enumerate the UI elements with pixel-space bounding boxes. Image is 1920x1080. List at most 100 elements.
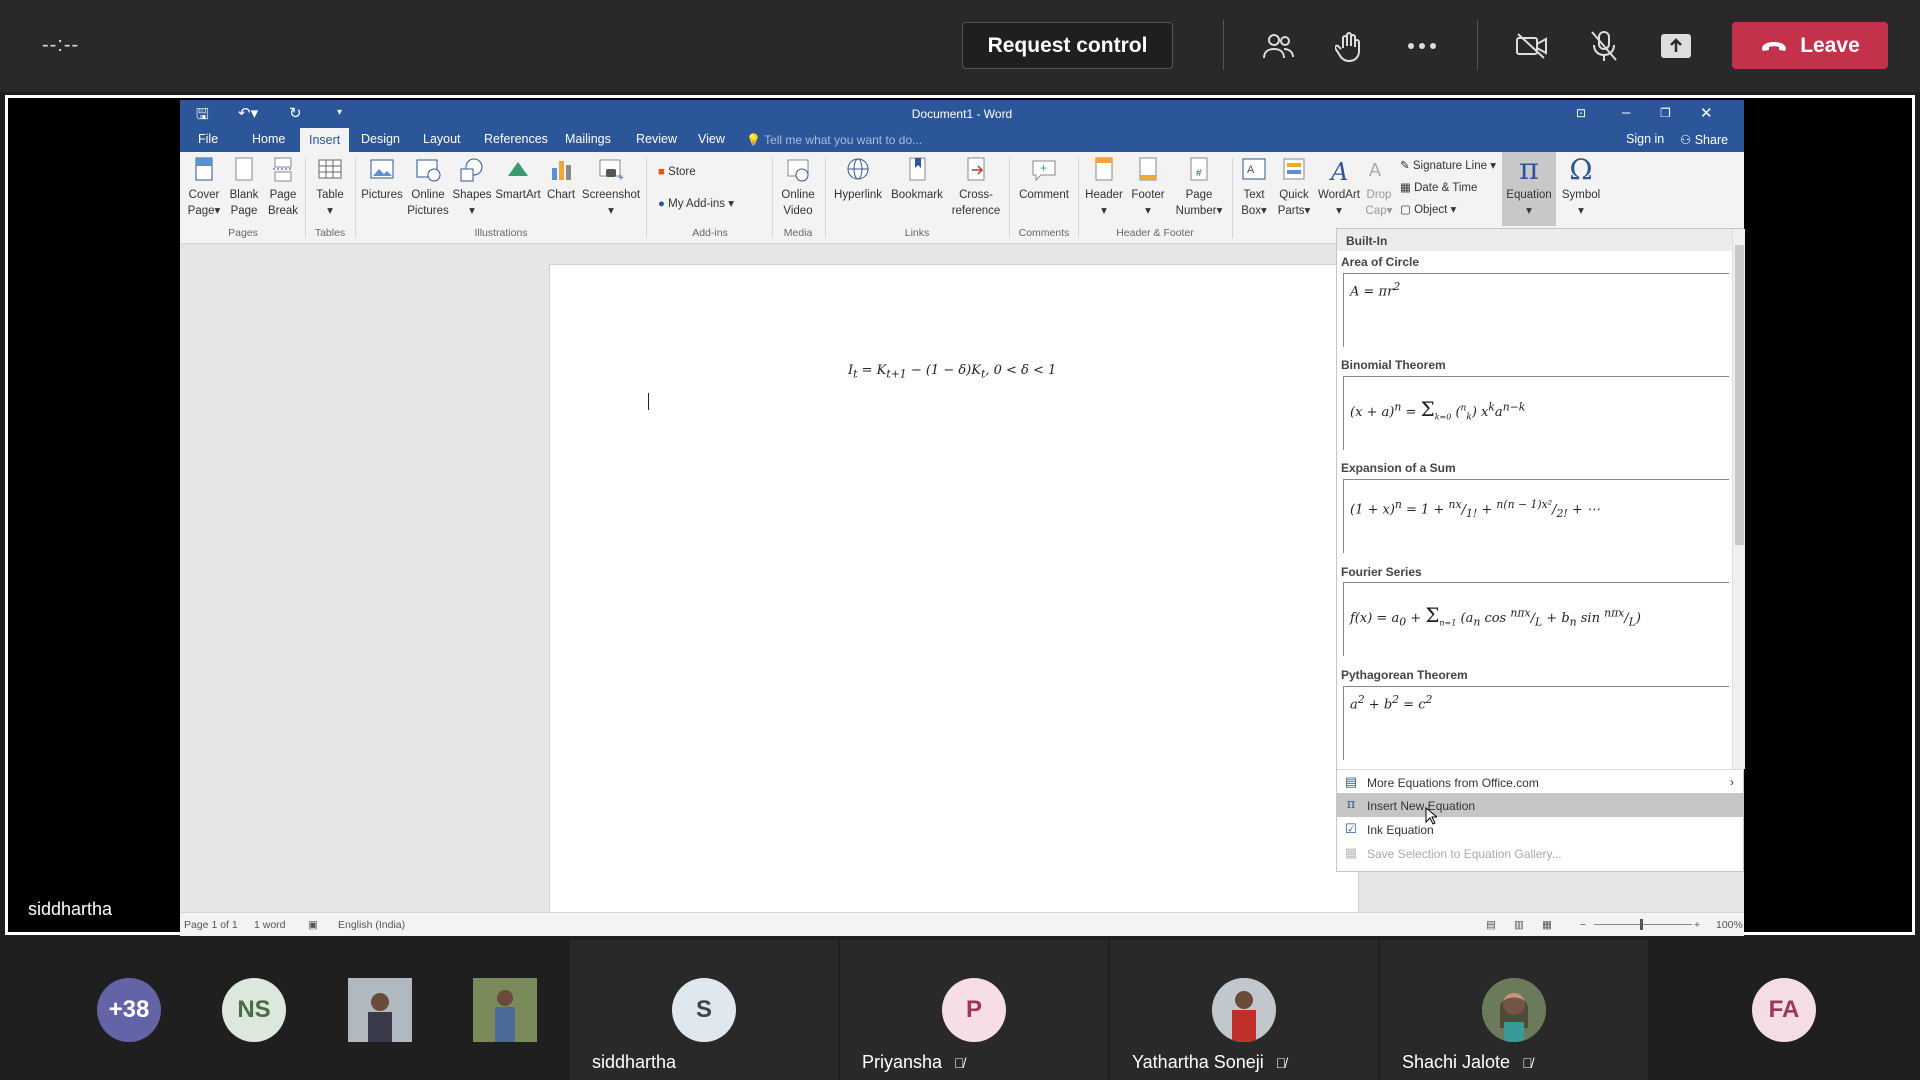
cross-reference-button[interactable]: Cross-reference (948, 156, 1004, 219)
gallery-item-binomial-theorem[interactable]: (x + a)n = Σk=0 (nk) xkan−k (1343, 376, 1729, 450)
print-layout-icon[interactable]: ▥ (1514, 919, 1524, 931)
my-addins-button[interactable]: ● My Add-ins ▾ (658, 196, 734, 210)
participant-name: siddhartha (592, 1052, 677, 1072)
word-titlebar: 🖫 ↶▾ ↻ ▾ Document1 - Word ⊡ – ❐ ✕ (180, 100, 1744, 128)
raise-hand-icon[interactable] (1328, 24, 1372, 68)
zoom-in-icon[interactable]: + (1694, 919, 1700, 931)
tab-references[interactable]: References (484, 132, 548, 146)
wordart-icon: A (1325, 156, 1353, 186)
header-button[interactable]: Header ▾ (1082, 156, 1126, 219)
document-title: Document1 - Word (911, 107, 1013, 121)
more-options-icon[interactable] (1400, 24, 1444, 68)
word-count[interactable]: 1 word (254, 919, 286, 931)
tab-home[interactable]: Home (252, 132, 285, 146)
participant-tile-siddhartha[interactable]: S siddhartha (570, 940, 838, 1080)
restore-icon[interactable]: ❐ (1660, 106, 1671, 120)
tell-me-search[interactable]: 💡 Tell me what you want to do... (746, 133, 922, 147)
request-control-button[interactable]: Request control (962, 22, 1173, 69)
table-icon (316, 156, 344, 184)
participants-icon[interactable] (1256, 24, 1300, 68)
gallery-scrollbar-thumb[interactable] (1735, 245, 1744, 545)
symbol-button[interactable]: Ω Symbol ▾ (1558, 156, 1604, 219)
overflow-participants-avatar[interactable]: +38 (97, 978, 161, 1042)
participant-avatar[interactable]: NS (222, 978, 286, 1042)
store-button[interactable]: ■ Store (658, 166, 696, 178)
hyperlink-icon (844, 156, 872, 184)
smartart-button[interactable]: SmartArt (494, 156, 542, 203)
page-break-button[interactable]: Page Break (265, 156, 301, 219)
save-selection-menu-item: ▦ Save Selection to Equation Gallery... (1344, 845, 1562, 861)
participant-photo-avatar[interactable] (348, 978, 412, 1042)
online-pictures-button[interactable]: Online Pictures (406, 156, 450, 219)
comment-icon: + (1030, 156, 1058, 184)
mic-off-icon[interactable] (1582, 24, 1626, 68)
participant-photo-avatar[interactable] (473, 978, 537, 1042)
zoom-slider[interactable] (1594, 924, 1692, 925)
group-illustrations-label: Illustrations (474, 227, 528, 239)
zoom-out-icon[interactable]: − (1580, 919, 1586, 931)
footer-button[interactable]: Footer ▾ (1126, 156, 1170, 219)
gallery-header: Built-In (1337, 229, 1732, 251)
online-video-button[interactable]: Online Video (776, 156, 820, 219)
gallery-item-expansion-of-sum[interactable]: (1 + x)n = 1 + nx/1! + n(n − 1)x²/2! + ⋯ (1343, 479, 1729, 553)
tab-insert[interactable]: Insert (300, 128, 350, 152)
date-time-button[interactable]: ▦ Date & Time (1400, 180, 1477, 194)
page-count[interactable]: Page 1 of 1 (184, 919, 238, 931)
hyperlink-button[interactable]: Hyperlink (830, 156, 886, 203)
muted-mic-icon: 🎙̸ (954, 1054, 965, 1071)
gallery-scrollbar[interactable] (1732, 229, 1745, 769)
read-mode-icon[interactable]: ▤ (1486, 919, 1496, 931)
screenshot-button[interactable]: + Screenshot ▾ (580, 156, 642, 219)
drop-cap-button[interactable]: A Drop Cap▾ (1364, 156, 1394, 219)
leave-button[interactable]: Leave (1732, 22, 1888, 69)
more-equations-menu-item[interactable]: ▤ More Equations from Office.com › (1337, 769, 1744, 793)
share-screen-icon[interactable] (1654, 24, 1698, 68)
share-button[interactable]: ⚇ Share (1680, 132, 1728, 147)
gallery-item-fourier-series[interactable]: f(x) = a0 + Σn=1 (an cos nπx/L + bn sin … (1343, 582, 1729, 656)
text-box-button[interactable]: A Text Box▾ (1236, 156, 1272, 219)
document-page[interactable]: It = Kt+1 − (1 − δ)Kt, 0 < δ < 1 (549, 264, 1359, 920)
insert-new-equation-menu-item[interactable]: π Insert New Equation (1337, 793, 1744, 817)
web-layout-icon[interactable]: ▦ (1542, 919, 1552, 931)
language-indicator[interactable]: English (India) (338, 919, 405, 931)
chart-button[interactable]: Chart (544, 156, 578, 203)
document-equation[interactable]: It = Kt+1 − (1 − δ)Kt, 0 < δ < 1 (848, 363, 1056, 381)
signature-line-button[interactable]: ✎ Signature Line ▾ (1400, 158, 1496, 172)
sign-in-link[interactable]: Sign in (1626, 132, 1664, 146)
camera-off-icon[interactable] (1510, 24, 1554, 68)
shapes-button[interactable]: Shapes ▾ (451, 156, 493, 219)
ribbon-display-icon[interactable]: ⊡ (1576, 106, 1586, 120)
proofing-icon[interactable]: ▣ (308, 919, 318, 931)
cover-page-button[interactable]: Cover Page▾ (184, 156, 224, 219)
comment-button[interactable]: + Comment (1014, 156, 1074, 203)
pictures-button[interactable]: Pictures (360, 156, 404, 203)
group-comments-label: Comments (1018, 227, 1070, 239)
tab-review[interactable]: Review (636, 132, 677, 146)
tab-view[interactable]: View (698, 132, 725, 146)
zoom-level[interactable]: 100% (1716, 919, 1743, 931)
participant-tile-priyansha[interactable]: P Priyansha 🎙̸ (840, 940, 1108, 1080)
wordart-button[interactable]: A WordArt ▾ (1316, 156, 1362, 219)
header-icon (1090, 156, 1118, 184)
quick-parts-button[interactable]: Quick Parts▾ (1274, 156, 1314, 219)
page-number-button[interactable]: # Page Number▾ (1170, 156, 1228, 219)
bookmark-button[interactable]: Bookmark (888, 156, 946, 203)
blank-page-button[interactable]: Blank Page (226, 156, 262, 219)
object-button[interactable]: ▢ Object ▾ (1400, 202, 1456, 216)
tab-design[interactable]: Design (361, 132, 400, 146)
gallery-item-area-of-circle[interactable]: A = πr2 (1343, 273, 1729, 347)
tab-layout[interactable]: Layout (423, 132, 461, 146)
zoom-slider-thumb[interactable] (1640, 919, 1643, 930)
cross-reference-icon (962, 156, 990, 184)
equation-button[interactable]: π Equation ▾ (1502, 152, 1556, 226)
gallery-item-pythagorean-theorem[interactable]: a2 + b2 = c2 (1343, 686, 1729, 760)
participant-tile-yathartha[interactable]: Yathartha Soneji 🎙̸ (1110, 940, 1378, 1080)
minimize-icon[interactable]: – (1622, 104, 1630, 121)
tab-mailings[interactable]: Mailings (565, 132, 611, 146)
participant-tile-shachi[interactable]: Shachi Jalote 🎙̸ (1380, 940, 1648, 1080)
participant-avatar[interactable]: FA (1752, 978, 1816, 1042)
tab-file[interactable]: File (198, 132, 218, 146)
ink-equation-menu-item[interactable]: ☑ Ink Equation (1337, 817, 1744, 841)
table-button[interactable]: Table ▾ (310, 156, 350, 219)
close-icon[interactable]: ✕ (1700, 104, 1713, 122)
